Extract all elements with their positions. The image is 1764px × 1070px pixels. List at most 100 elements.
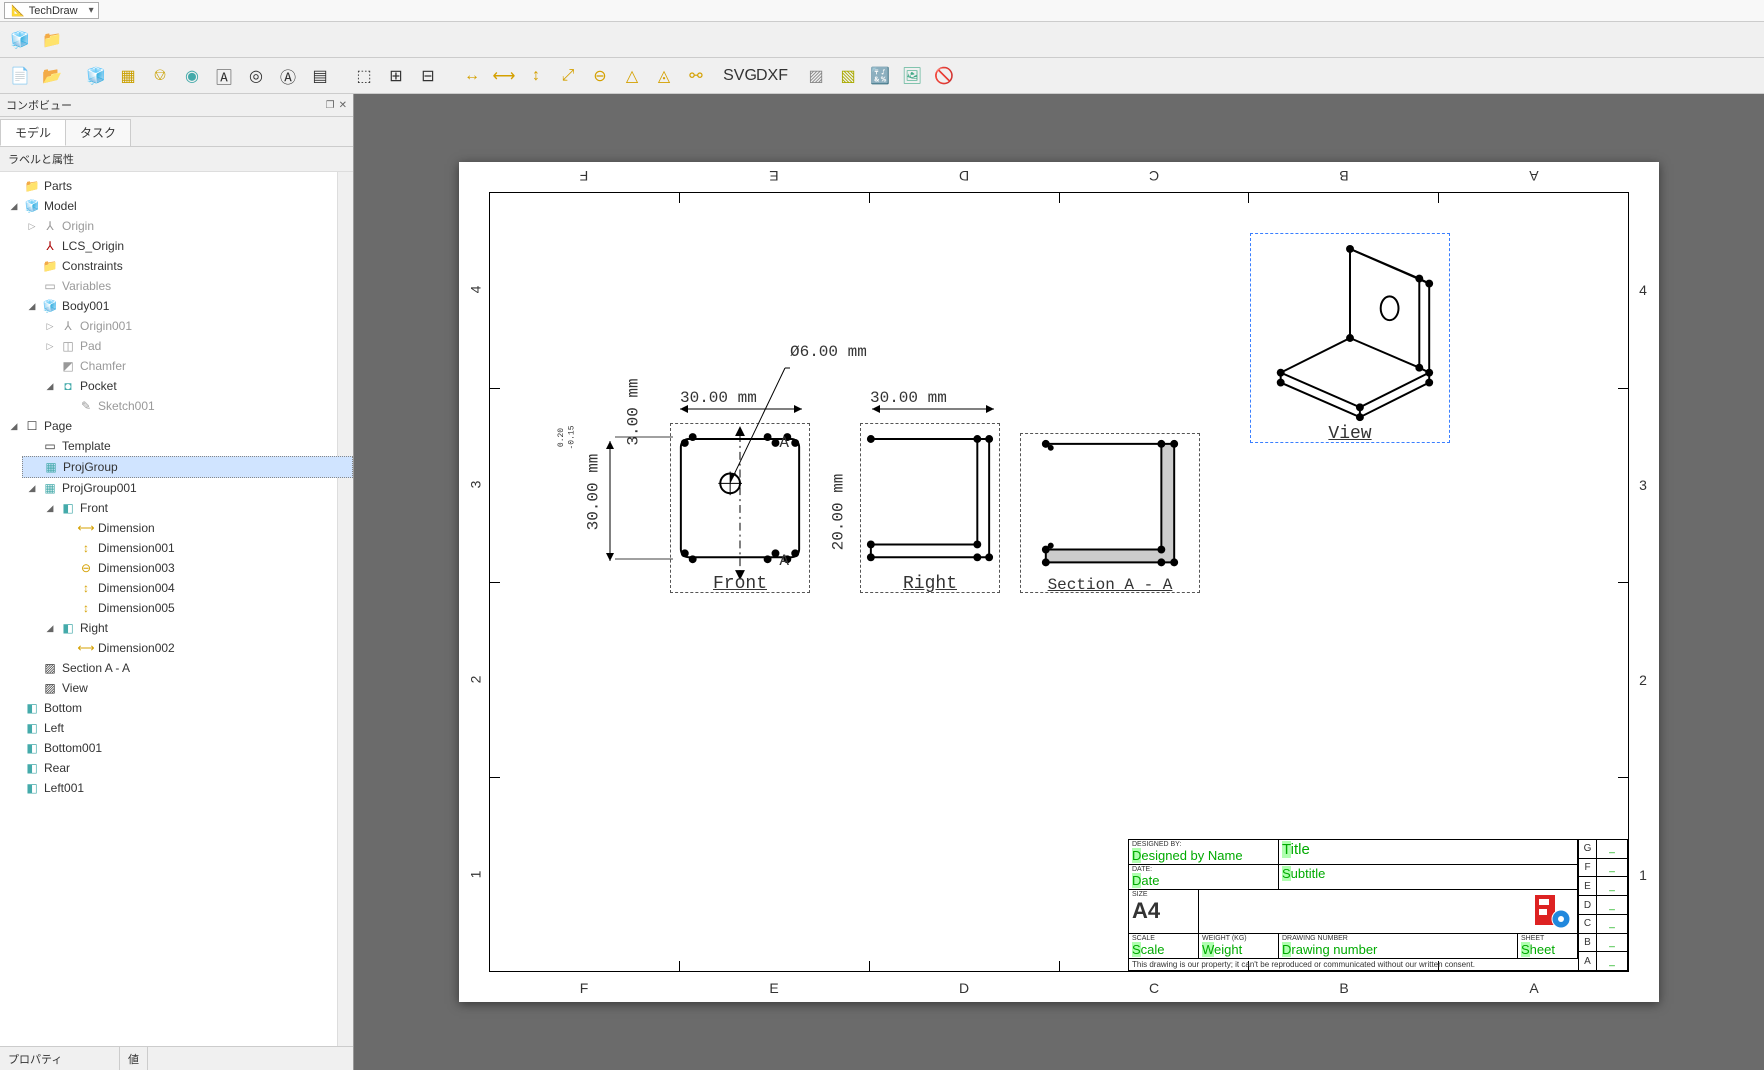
pad-icon: ◫ (60, 338, 76, 354)
tree-item-body[interactable]: Body001 (62, 297, 109, 315)
view-right[interactable]: Right (860, 423, 1000, 593)
dim-link-icon[interactable]: ⚯ (682, 62, 710, 90)
clip-add-icon[interactable]: ⊞ (382, 62, 410, 90)
view-icon: ◧ (24, 760, 40, 776)
page-icon: ☐ (24, 418, 40, 434)
clip-remove-icon[interactable]: ⊟ (414, 62, 442, 90)
export-svg-icon[interactable]: SVG (726, 62, 754, 90)
tree-item-bottom001[interactable]: Bottom001 (44, 739, 102, 757)
tree-item-dimension003[interactable]: Dimension003 (98, 559, 175, 577)
projection-group-icon[interactable]: ▦ (114, 62, 142, 90)
arch-icon[interactable]: Ⓐ (274, 62, 302, 90)
tree-item-left001[interactable]: Left001 (44, 779, 84, 797)
view-icon: ◧ (24, 720, 40, 736)
tree-item-left[interactable]: Left (44, 719, 64, 737)
part-icon[interactable]: 🧊 (6, 26, 34, 54)
dim-horizontal-icon[interactable]: ⟷ (490, 62, 518, 90)
symbol-icon[interactable]: 🔣 (866, 62, 894, 90)
tb-subtitle[interactable]: Subtitle (1282, 866, 1574, 881)
drawing-canvas[interactable]: FEDCBA FEDCBA 4321 4321 (354, 94, 1764, 1070)
annotation-icon[interactable]: 🄰 (210, 62, 238, 90)
tree-item-rear[interactable]: Rear (44, 759, 70, 777)
new-page-icon[interactable]: 📄 (6, 62, 34, 90)
workbench-selector[interactable]: 📐 TechDraw (4, 2, 99, 19)
dim-radius-icon[interactable]: ⤢ (554, 62, 582, 90)
tab-task[interactable]: タスク (65, 119, 131, 146)
folder-icon: 📁 (42, 258, 58, 274)
geom-hatch-icon[interactable]: ▧ (834, 62, 862, 90)
dim-h-icon: ⟷ (78, 640, 94, 656)
tree-item-dimension002[interactable]: Dimension002 (98, 639, 175, 657)
open-icon[interactable]: 📂 (38, 62, 66, 90)
tree-item-dimension001[interactable]: Dimension001 (98, 539, 175, 557)
frame-rows-left: 4321 (463, 192, 487, 972)
tree-item-dimension004[interactable]: Dimension004 (98, 579, 175, 597)
dim-length-icon[interactable]: ↔ (458, 62, 486, 90)
tree-item-front[interactable]: Front (80, 499, 108, 517)
tree-item-projgroup[interactable]: ProjGroup (63, 458, 118, 476)
body-icon: 🧊 (42, 298, 58, 314)
detail-icon[interactable]: ◉ (178, 62, 206, 90)
export-dxf-icon[interactable]: DXF (758, 62, 786, 90)
template-icon: ▭ (42, 438, 58, 454)
tree-item-model[interactable]: Model (44, 197, 77, 215)
draft-icon[interactable]: ◎ (242, 62, 270, 90)
drawing-page[interactable]: FEDCBA FEDCBA 4321 4321 (459, 162, 1659, 1002)
tree-item-sketch[interactable]: Sketch001 (98, 397, 155, 415)
section-icon[interactable]: ⎊ (146, 62, 174, 90)
tree-item-template[interactable]: Template (62, 437, 111, 455)
tree-item-lcs[interactable]: LCS_Origin (62, 237, 124, 255)
toolbar-2: 📄 📂 🧊 ▦ ⎊ ◉ 🄰 ◎ Ⓐ ▤ ⬚ ⊞ ⊟ ↔ ⟷ ↕ ⤢ ⊖ △ ◬ … (0, 58, 1764, 94)
tb-dn[interactable]: Drawing number (1282, 942, 1514, 957)
section-icon: ▨ (42, 660, 58, 676)
tb-scale[interactable]: Scale (1132, 942, 1195, 957)
tree-item-bottom[interactable]: Bottom (44, 699, 82, 717)
tree-item-pad[interactable]: Pad (80, 337, 101, 355)
model-tree[interactable]: 📁Parts ◢🧊Model ▷⅄Origin ⅄LCS_Origin 📁Con… (0, 172, 353, 1046)
dim-3pt-icon[interactable]: ◬ (650, 62, 678, 90)
tree-item-section[interactable]: Section A - A (62, 659, 130, 677)
tree-item-pocket[interactable]: Pocket (80, 377, 117, 395)
panel-close-icon[interactable]: ✕ (339, 100, 347, 111)
tol-hi: 0.20 (557, 428, 566, 447)
drawing-frame: A A Front 30.00 mm 30.00 mm 3.00 mm 20.0… (489, 192, 1629, 972)
hatch-icon[interactable]: ▨ (802, 62, 830, 90)
tree-item-dimension005[interactable]: Dimension005 (98, 599, 175, 617)
tb-weight[interactable]: Weight (1202, 942, 1275, 957)
panel-undock-icon[interactable]: ❐ (326, 100, 335, 111)
tree-item-parts[interactable]: Parts (44, 177, 72, 195)
dim-angle-icon[interactable]: △ (618, 62, 646, 90)
tb-date[interactable]: Date (1132, 873, 1275, 888)
tree-item-variables[interactable]: Variables (62, 277, 111, 295)
tree-item-dimension[interactable]: Dimension (98, 519, 155, 537)
toggle-frame-icon[interactable]: 🚫 (930, 62, 958, 90)
spreadsheet-icon[interactable]: ▤ (306, 62, 334, 90)
tree-item-chamfer[interactable]: Chamfer (80, 357, 126, 375)
tb-designedby[interactable]: Designed by Name (1132, 848, 1275, 863)
insert-view-icon[interactable]: 🧊 (82, 62, 110, 90)
title-block[interactable]: Designed by: Designed by Name Title Date… (1128, 839, 1628, 971)
image-icon[interactable]: 🖼 (898, 62, 926, 90)
folder-icon[interactable]: 📁 (38, 26, 66, 54)
tree-item-constraints[interactable]: Constraints (62, 257, 123, 275)
view-section[interactable]: Section A - A (1020, 433, 1200, 593)
dim-20[interactable]: 20.00 mm (829, 474, 847, 551)
tree-item-projgroup001[interactable]: ProjGroup001 (62, 479, 137, 497)
tree-item-view[interactable]: View (62, 679, 88, 697)
tree-item-origin[interactable]: Origin (62, 217, 94, 235)
freecad-logo-icon (1533, 893, 1573, 929)
tb-sheet[interactable]: Sheet (1521, 942, 1574, 957)
dim-h-icon: ⟷ (78, 520, 94, 536)
dim-vertical-icon[interactable]: ↕ (522, 62, 550, 90)
tb-title[interactable]: Title (1282, 841, 1574, 858)
clip-icon[interactable]: ⬚ (350, 62, 378, 90)
tb-footer: This drawing is our property; it can't b… (1129, 959, 1578, 971)
view-section-label: Section A - A (1021, 576, 1199, 594)
tree-item-right[interactable]: Right (80, 619, 108, 637)
tree-item-page[interactable]: Page (44, 417, 72, 435)
view-iso[interactable]: View (1250, 233, 1450, 443)
tab-model[interactable]: モデル (0, 119, 66, 146)
tree-item-origin001[interactable]: Origin001 (80, 317, 132, 335)
dim-diameter-icon[interactable]: ⊖ (586, 62, 614, 90)
tb-date-lbl: Date: (1132, 866, 1275, 873)
